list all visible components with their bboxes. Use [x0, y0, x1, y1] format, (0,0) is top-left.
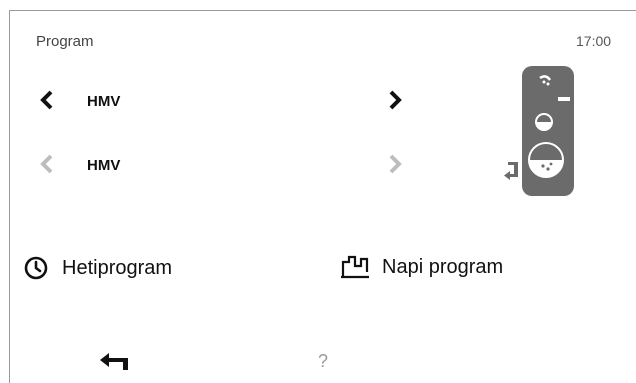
- row2-next-button[interactable]: [385, 151, 405, 177]
- row1-next-button[interactable]: [385, 87, 405, 113]
- row1-prev-button[interactable]: [37, 87, 57, 113]
- chevron-right-icon: [389, 154, 402, 174]
- daily-chart-icon: [341, 255, 369, 279]
- hot-water-tank-icon: [500, 64, 580, 199]
- chevron-right-icon: [389, 90, 402, 110]
- weekly-program-button[interactable]: Hetiprogram: [24, 256, 172, 280]
- clock-time: 17:00: [576, 33, 612, 49]
- back-arrow-icon: [100, 353, 128, 370]
- clock-icon: [24, 256, 48, 280]
- row1-label: HMV: [87, 93, 121, 110]
- back-button[interactable]: [100, 352, 130, 372]
- page-title: Program: [36, 33, 94, 50]
- chevron-left-icon: [40, 90, 53, 110]
- daily-program-button[interactable]: Napi program: [339, 254, 503, 280]
- chevron-left-icon: [40, 154, 53, 174]
- weekly-program-label: Hetiprogram: [62, 256, 173, 279]
- help-button[interactable]: ?: [318, 351, 328, 372]
- daily-program-label: Napi program: [382, 255, 504, 278]
- row2-label: HMV: [87, 157, 121, 174]
- row2-prev-button[interactable]: [37, 151, 57, 177]
